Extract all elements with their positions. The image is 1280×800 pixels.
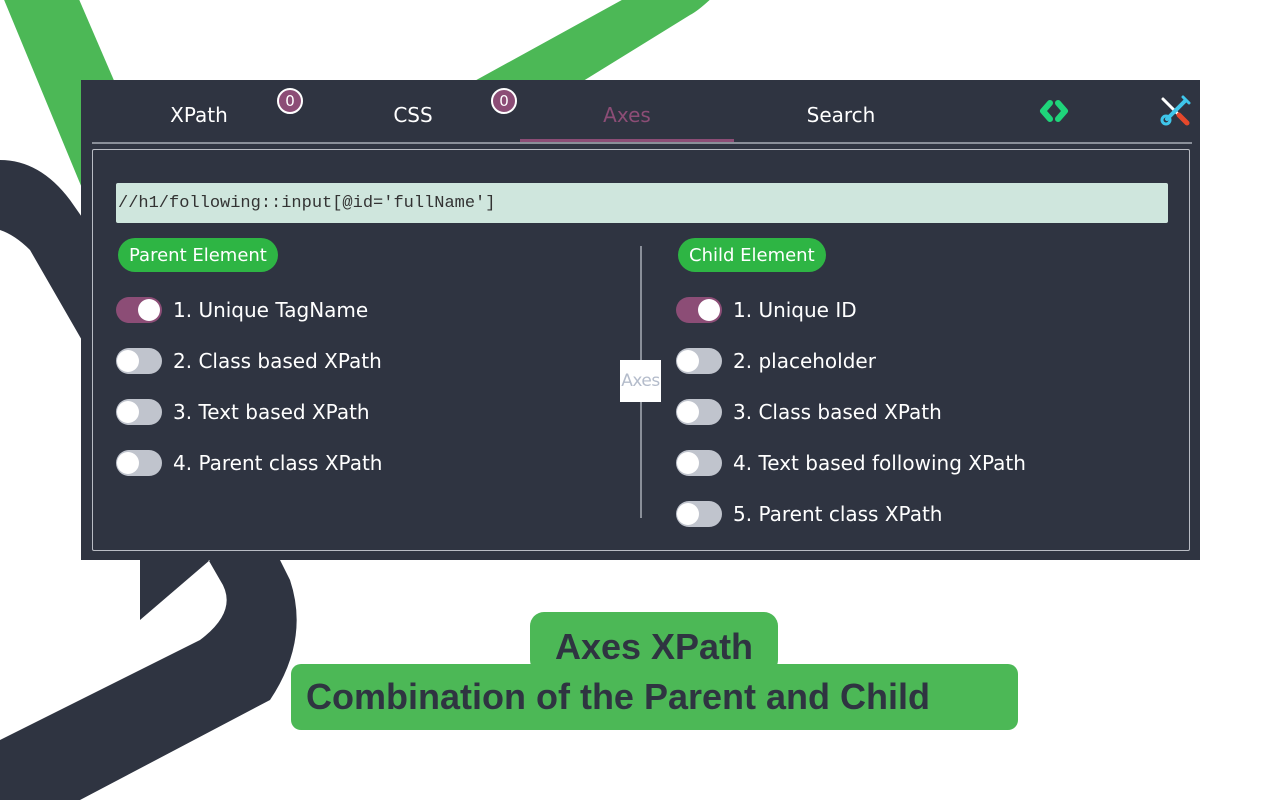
option-label: 2. placeholder — [733, 348, 876, 373]
option-label: 2. Class based XPath — [173, 348, 382, 373]
tab-css[interactable]: CSS — [306, 80, 520, 142]
tab-label: Axes — [603, 103, 651, 127]
child-option[interactable]: 5. Parent class XPath — [676, 488, 1026, 539]
option-label: 3. Class based XPath — [733, 399, 942, 424]
axes-content: Parent Element 1. Unique TagName 2. Clas… — [92, 149, 1190, 551]
option-label: 5. Parent class XPath — [733, 501, 943, 526]
toggle-switch[interactable] — [116, 398, 162, 425]
child-option[interactable]: 2. placeholder — [676, 335, 1026, 386]
tabs-divider — [92, 142, 1192, 144]
tab-label: CSS — [393, 103, 433, 127]
toggle-switch[interactable] — [116, 449, 162, 476]
toggle-switch[interactable] — [116, 347, 162, 374]
tab-bar: XPath 0 CSS 0 Axes Search — [81, 80, 1200, 144]
child-option[interactable]: 3. Class based XPath — [676, 386, 1026, 437]
toggle-switch[interactable] — [676, 449, 722, 476]
option-label: 4. Text based following XPath — [733, 450, 1026, 475]
parent-option[interactable]: 4. Parent class XPath — [116, 437, 382, 488]
toggle-switch[interactable] — [676, 347, 722, 374]
code-brackets-icon[interactable] — [1037, 94, 1071, 128]
caption-subtitle-box: Combination of the Parent and Child — [291, 664, 1018, 730]
toggle-switch[interactable] — [116, 296, 162, 323]
parent-option[interactable]: 1. Unique TagName — [116, 284, 382, 335]
caption-subtitle: Combination of the Parent and Child — [306, 676, 930, 717]
child-element-label: Child Element — [678, 238, 826, 272]
toggle-switch[interactable] — [676, 500, 722, 527]
tab-search[interactable]: Search — [734, 80, 948, 142]
tab-label: XPath — [170, 103, 228, 127]
parent-option[interactable]: 3. Text based XPath — [116, 386, 382, 437]
xpath-result-input[interactable] — [116, 183, 1168, 223]
xpath-tool-panel: XPath 0 CSS 0 Axes Search //h1/following… — [81, 80, 1200, 560]
option-label: 1. Unique ID — [733, 297, 857, 322]
toggle-switch[interactable] — [676, 398, 722, 425]
parent-option[interactable]: 2. Class based XPath — [116, 335, 382, 386]
option-label: 4. Parent class XPath — [173, 450, 383, 475]
axes-divider-label: Axes — [620, 360, 661, 402]
child-option[interactable]: 4. Text based following XPath — [676, 437, 1026, 488]
screwdriver-wrench-icon[interactable] — [1158, 94, 1192, 128]
css-count-badge: 0 — [491, 88, 517, 114]
parent-element-label: Parent Element — [118, 238, 278, 272]
xpath-count-badge: 0 — [277, 88, 303, 114]
parent-options: 1. Unique TagName 2. Class based XPath 3… — [116, 284, 382, 488]
tab-xpath[interactable]: XPath — [92, 80, 306, 142]
toggle-switch[interactable] — [676, 296, 722, 323]
tab-label: Search — [806, 103, 876, 127]
caption-title: Axes XPath — [554, 626, 754, 667]
option-label: 1. Unique TagName — [173, 297, 369, 322]
child-options: 1. Unique ID 2. placeholder 3. Class bas… — [676, 284, 1026, 539]
tab-axes[interactable]: Axes — [520, 80, 734, 142]
option-label: 3. Text based XPath — [173, 399, 370, 424]
child-option[interactable]: 1. Unique ID — [676, 284, 1026, 335]
